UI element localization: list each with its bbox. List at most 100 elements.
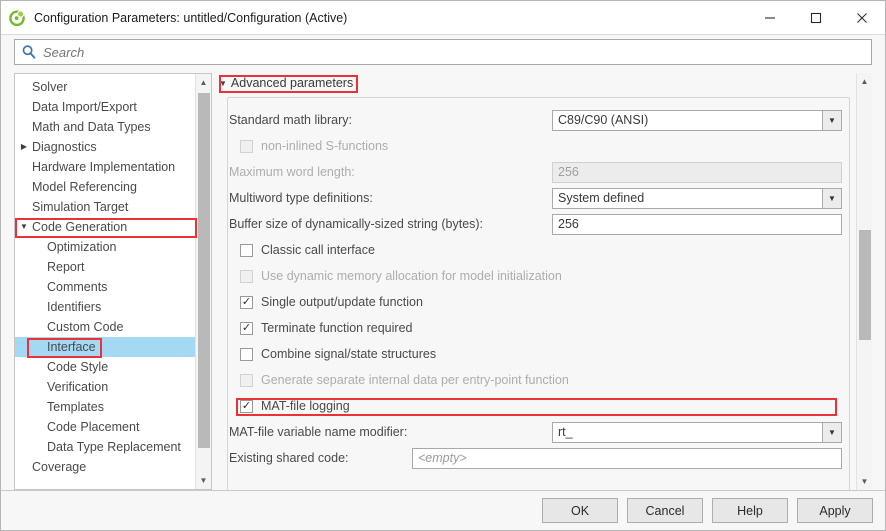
- dialog-body: Solver Data Import/Export Math and Data Ty…: [1, 69, 885, 490]
- sidebar-item-templates[interactable]: Templates: [15, 397, 195, 417]
- tree-scroll-thumb[interactable]: [197, 93, 210, 448]
- sidebar-item-comments[interactable]: Comments: [15, 277, 195, 297]
- sidebar-item-interface[interactable]: Interface: [15, 337, 195, 357]
- input-maximum-word-length: 256: [552, 161, 842, 183]
- sidebar-item-simulation-target[interactable]: Simulation Target: [15, 197, 195, 217]
- chevron-down-icon[interactable]: ▼: [822, 188, 841, 208]
- parameter-rows: Standard math library: C89/C90 (ANSI) ▼ non…: [229, 107, 842, 471]
- checkbox-row-single-output-update-function[interactable]: ✓ Single output/update function: [229, 289, 842, 315]
- chevron-down-icon[interactable]: ▼: [822, 110, 841, 130]
- chevron-down-icon[interactable]: ▼: [822, 422, 841, 442]
- chevron-down-icon[interactable]: ▼: [17, 217, 31, 237]
- sidebar-item-code-placement[interactable]: Code Placement: [15, 417, 195, 437]
- checkbox-row-classic-call-interface[interactable]: Classic call interface: [229, 237, 842, 263]
- checkbox-terminate-function-required[interactable]: ✓: [240, 321, 253, 335]
- sidebar-item-code-style[interactable]: Code Style: [15, 357, 195, 377]
- chevron-right-icon[interactable]: ▶: [17, 137, 31, 157]
- search-input[interactable]: [43, 41, 865, 63]
- field-label: Maximum word length:: [229, 165, 355, 179]
- close-button[interactable]: [839, 1, 885, 35]
- parameters-scroll-track[interactable]: [857, 90, 873, 473]
- parameters-scroll-thumb[interactable]: [858, 230, 871, 340]
- sidebar-item-label: Code Style: [47, 360, 109, 374]
- sidebar-item-label: Simulation Target: [32, 200, 129, 214]
- sidebar-item-diagnostics[interactable]: ▶ Diagnostics: [15, 137, 195, 157]
- parameters-scrollbar[interactable]: ▲ ▼: [856, 73, 872, 490]
- checkbox-label: Use dynamic memory allocation for model …: [261, 269, 562, 283]
- checkbox-non-inlined-s-functions: [240, 139, 253, 153]
- minimize-button[interactable]: [747, 1, 793, 35]
- tree-scroll-up-button[interactable]: ▲: [196, 74, 212, 91]
- checkbox-classic-call-interface[interactable]: [240, 243, 253, 257]
- parameters-scroll-up-button[interactable]: ▲: [857, 73, 873, 90]
- title-bar: Configuration Parameters: untitled/Confi…: [1, 1, 885, 35]
- sidebar-item-label: Coverage: [32, 460, 87, 474]
- sidebar-item-hardware-implementation[interactable]: Hardware Implementation: [15, 157, 195, 177]
- dropdown-multiword-type-definitions[interactable]: System defined ▼: [552, 187, 842, 209]
- dropdown-standard-math-library[interactable]: C89/C90 (ANSI) ▼: [552, 109, 842, 131]
- sidebar-item-label: Interface: [47, 340, 96, 354]
- checkbox-row-non-inlined-s-functions[interactable]: non-inlined S-functions: [229, 133, 842, 159]
- advanced-parameters-header[interactable]: ▼ Advanced parameters: [219, 76, 357, 90]
- dropdown-mat-file-variable-name-modifier[interactable]: rt_ ▼: [552, 421, 842, 443]
- checkbox-single-output-update-function[interactable]: ✓: [240, 295, 253, 309]
- sidebar-item-report[interactable]: Report: [15, 257, 195, 277]
- sidebar-item-solver[interactable]: Solver: [15, 77, 195, 97]
- sidebar-item-coverage[interactable]: Coverage: [15, 457, 195, 477]
- window-title: Configuration Parameters: untitled/Confi…: [34, 10, 348, 25]
- sidebar-item-verification[interactable]: Verification: [15, 377, 195, 397]
- checkbox-label: Single output/update function: [261, 295, 423, 309]
- dialog-footer: OK Cancel Help Apply: [1, 490, 885, 530]
- tree-scroll-track[interactable]: [196, 91, 212, 472]
- sidebar-item-label: Templates: [47, 400, 104, 414]
- sidebar-item-math-and-data-types[interactable]: Math and Data Types: [15, 117, 195, 137]
- parameters-panel-wrap: ▼ Advanced parameters Standard math libr…: [219, 73, 872, 490]
- simulink-icon: [8, 9, 26, 27]
- checkbox-row-mat-file-logging[interactable]: ✓ MAT-file logging: [229, 393, 842, 419]
- cancel-button[interactable]: Cancel: [627, 498, 703, 523]
- input-existing-shared-code[interactable]: <empty>: [412, 447, 842, 469]
- checkbox-label: Terminate function required: [261, 321, 413, 335]
- field-value: C89/C90 (ANSI): [558, 113, 649, 127]
- ok-button[interactable]: OK: [542, 498, 618, 523]
- parameters-panel: ▼ Advanced parameters Standard math libr…: [219, 73, 856, 490]
- checkbox-label: Combine signal/state structures: [261, 347, 437, 361]
- checkbox-label: Generate separate internal data per entr…: [261, 373, 569, 387]
- check-icon: ✓: [241, 399, 252, 412]
- sidebar-item-custom-code[interactable]: Custom Code: [15, 317, 195, 337]
- settings-tree[interactable]: Solver Data Import/Export Math and Data Ty…: [15, 74, 195, 489]
- sidebar-item-model-referencing[interactable]: Model Referencing: [15, 177, 195, 197]
- sidebar-item-data-type-replacement[interactable]: Data Type Replacement: [15, 437, 195, 457]
- search-box[interactable]: [14, 39, 872, 65]
- parameters-scroll-down-button[interactable]: ▼: [857, 473, 873, 490]
- field-row-existing-shared-code: Existing shared code: <empty>: [229, 445, 842, 471]
- field-row-buffer-size-of-dynamically-sized-string-bytes: Buffer size of dynamically-sized string …: [229, 211, 842, 237]
- maximize-button[interactable]: [793, 1, 839, 35]
- sidebar-item-label: Model Referencing: [32, 180, 137, 194]
- checkbox-mat-file-logging[interactable]: ✓: [240, 399, 253, 413]
- sidebar-item-optimization[interactable]: Optimization: [15, 237, 195, 257]
- field-value: 256: [558, 165, 579, 179]
- tree-scrollbar[interactable]: ▲ ▼: [195, 74, 211, 489]
- checkbox-combine-signal-state-structures[interactable]: [240, 347, 253, 361]
- sidebar-item-label: Code Placement: [47, 420, 140, 434]
- checkbox-label: MAT-file logging: [261, 399, 350, 413]
- tree-scroll-down-button[interactable]: ▼: [196, 472, 212, 489]
- help-button[interactable]: Help: [712, 498, 788, 523]
- checkbox-row-combine-signal-state-structures[interactable]: Combine signal/state structures: [229, 341, 842, 367]
- input-buffer-size-of-dynamically-sized-string-bytes[interactable]: 256: [552, 213, 842, 235]
- sidebar-item-identifiers[interactable]: Identifiers: [15, 297, 195, 317]
- search-row: [1, 35, 885, 69]
- checkbox-row-terminate-function-required[interactable]: ✓ Terminate function required: [229, 315, 842, 341]
- check-icon: ✓: [241, 321, 252, 334]
- sidebar-item-data-import-export[interactable]: Data Import/Export: [15, 97, 195, 117]
- apply-button[interactable]: Apply: [797, 498, 873, 523]
- field-value: <empty>: [418, 451, 467, 465]
- field-label: Existing shared code:: [229, 451, 349, 465]
- field-value: System defined: [558, 191, 645, 205]
- sidebar-item-code-generation[interactable]: ▼ Code Generation: [15, 217, 195, 237]
- checkbox-row-generate-separate-internal-data-per-entry-point-function[interactable]: Generate separate internal data per entr…: [229, 367, 842, 393]
- sidebar-item-label: Math and Data Types: [32, 120, 151, 134]
- checkbox-row-use-dynamic-memory-allocation-for-model-initialization[interactable]: Use dynamic memory allocation for model …: [229, 263, 842, 289]
- sidebar-item-label: Verification: [47, 380, 109, 394]
